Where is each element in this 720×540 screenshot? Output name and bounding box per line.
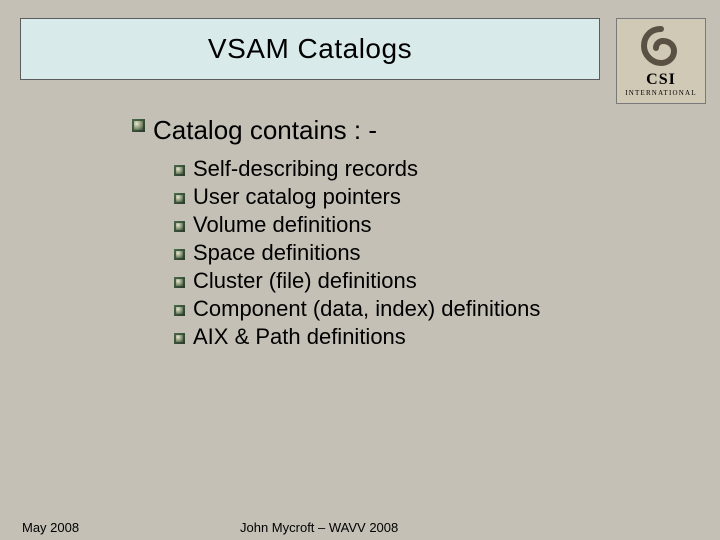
bullet-icon [174, 333, 185, 344]
bullet-icon [132, 119, 145, 132]
list-item: Self-describing records [174, 156, 702, 182]
swirl-icon [640, 25, 682, 67]
list-item: Component (data, index) definitions [174, 296, 702, 322]
list-item-label: AIX & Path definitions [193, 324, 406, 350]
main-heading: Catalog contains : - [153, 115, 377, 146]
logo-subtitle: INTERNATIONAL [625, 89, 697, 97]
list-item-label: Component (data, index) definitions [193, 296, 540, 322]
list-item-label: User catalog pointers [193, 184, 401, 210]
list-item-label: Self-describing records [193, 156, 418, 182]
bullet-icon [174, 221, 185, 232]
slide-title: VSAM Catalogs [208, 33, 412, 65]
list-item: Cluster (file) definitions [174, 268, 702, 294]
list-item-label: Volume definitions [193, 212, 372, 238]
list-item-label: Space definitions [193, 240, 361, 266]
logo-name: CSI [646, 71, 676, 89]
logo-box: CSI INTERNATIONAL [616, 18, 706, 104]
title-bar: VSAM Catalogs [20, 18, 600, 80]
main-heading-row: Catalog contains : - [132, 115, 702, 146]
list-item: AIX & Path definitions [174, 324, 702, 350]
bullet-icon [174, 277, 185, 288]
list-item: Volume definitions [174, 212, 702, 238]
sub-list: Self-describing records User catalog poi… [174, 156, 702, 350]
bullet-icon [174, 305, 185, 316]
bullet-icon [174, 249, 185, 260]
footer-author: John Mycroft – WAVV 2008 [240, 520, 398, 535]
footer-date: May 2008 [22, 520, 79, 535]
list-item-label: Cluster (file) definitions [193, 268, 417, 294]
list-item: Space definitions [174, 240, 702, 266]
list-item: User catalog pointers [174, 184, 702, 210]
bullet-icon [174, 165, 185, 176]
content-area: Catalog contains : - Self-describing rec… [132, 115, 702, 352]
bullet-icon [174, 193, 185, 204]
